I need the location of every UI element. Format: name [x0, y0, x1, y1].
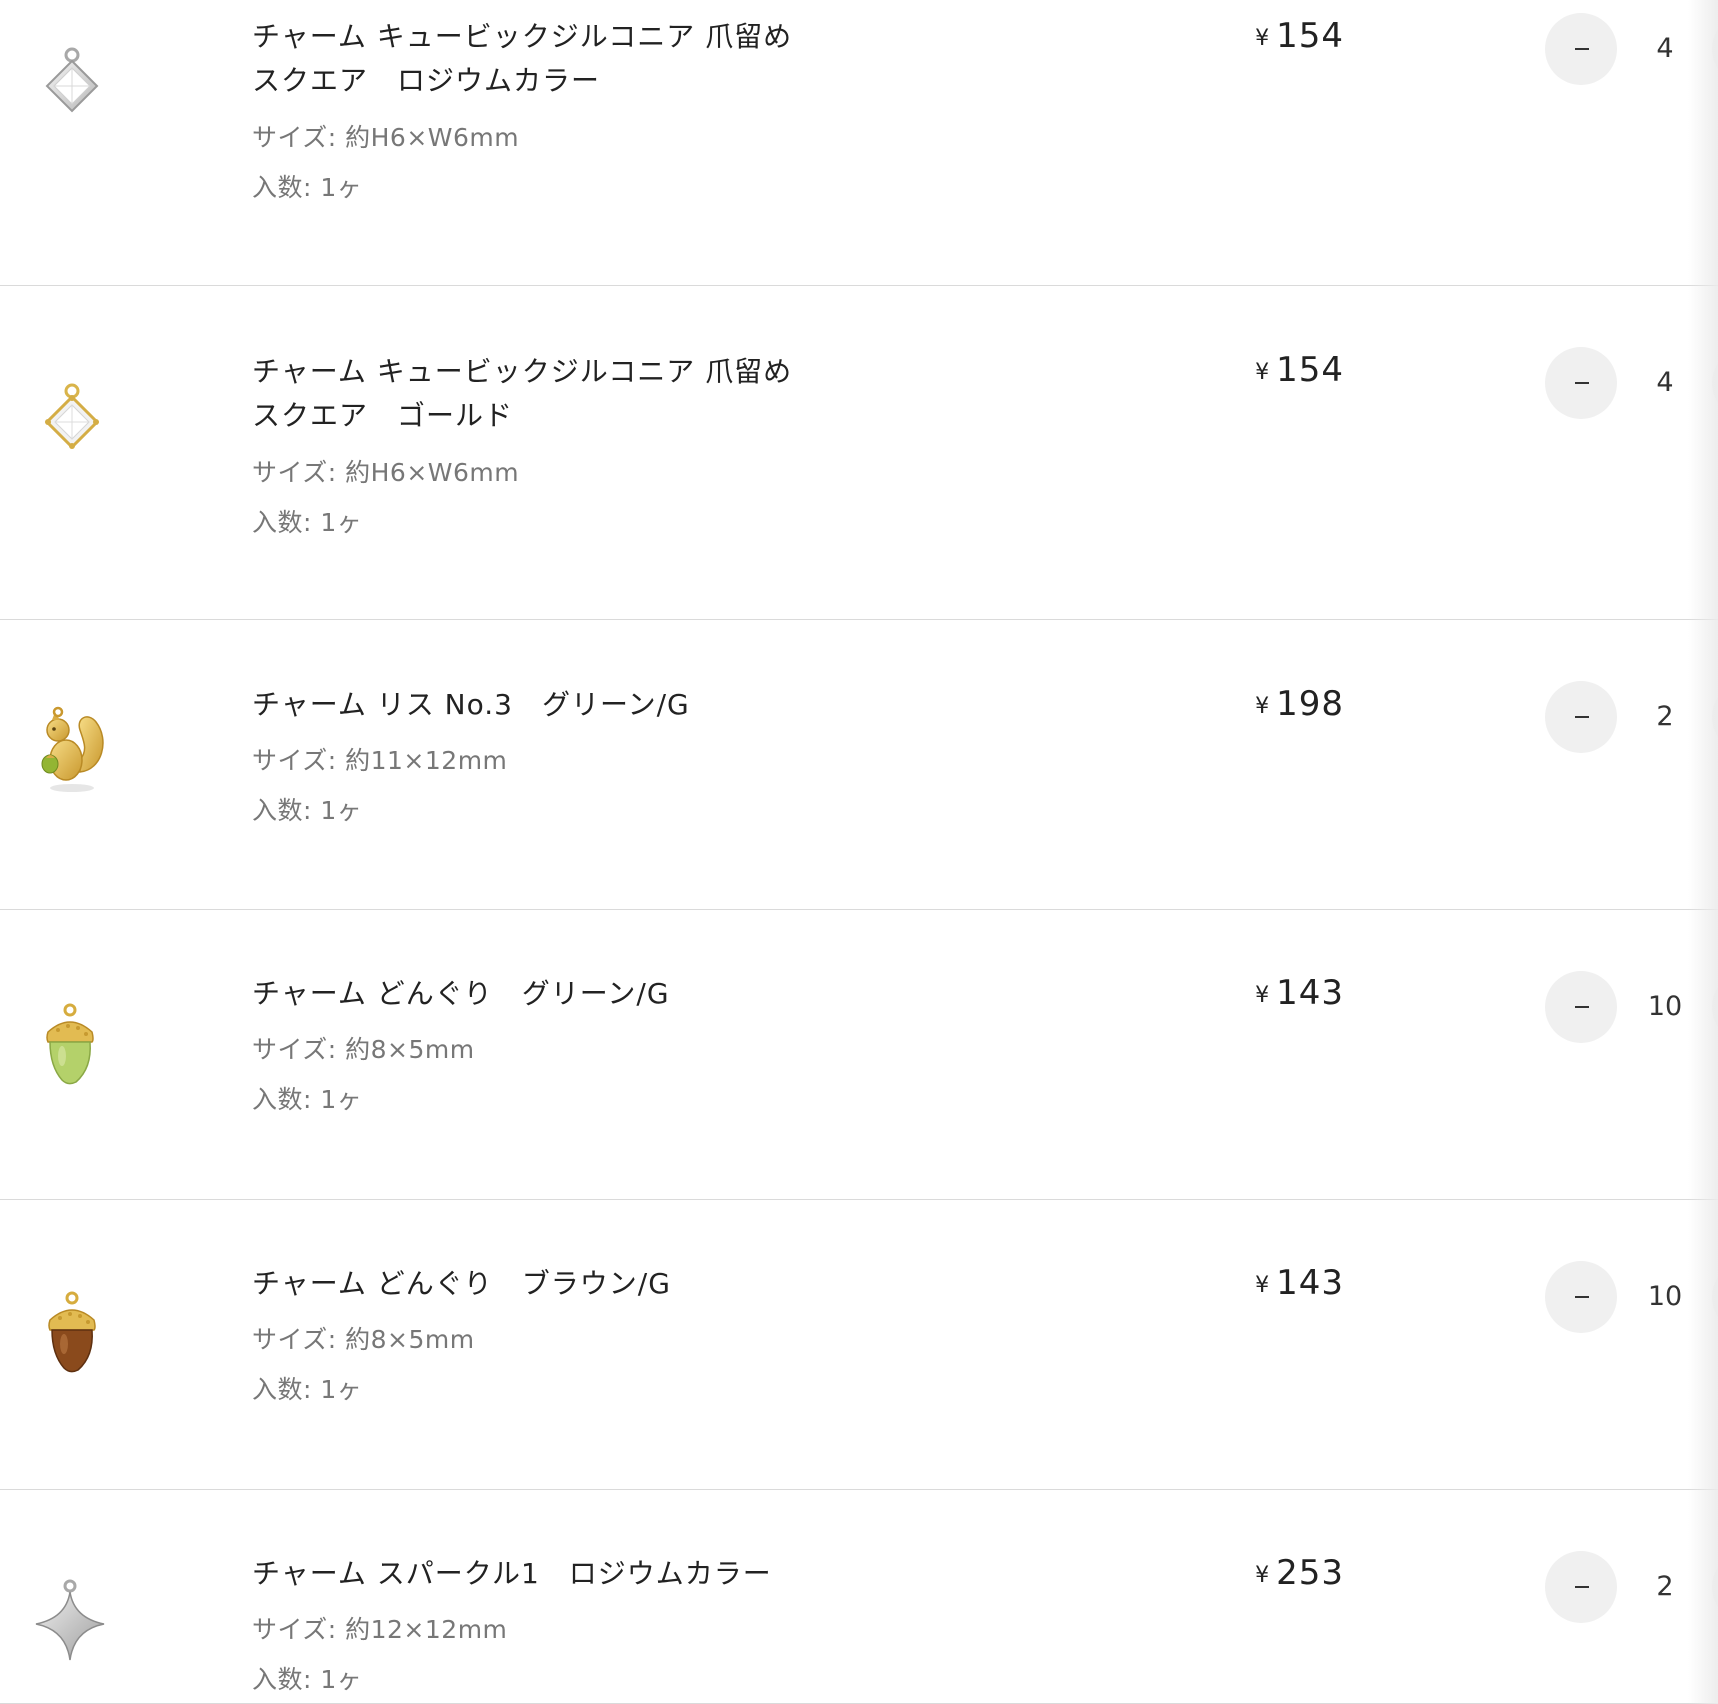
item-price: ¥154	[1255, 350, 1344, 393]
squirrel-charm-icon[interactable]	[22, 700, 122, 800]
quantity-value: 4	[1656, 367, 1674, 398]
item-size: サイズ: 約11×12mm	[252, 746, 508, 775]
decrease-quantity-button[interactable]	[1545, 1261, 1617, 1333]
item-size: サイズ: 約H6×W6mm	[252, 123, 520, 152]
item-size: サイズ: 約8×5mm	[252, 1035, 475, 1064]
currency-symbol: ¥	[1255, 1563, 1271, 1588]
item-count: 入数: 1ヶ	[252, 1375, 363, 1404]
green-acorn-charm-icon[interactable]	[22, 998, 122, 1098]
increase-quantity-button[interactable]	[1712, 1551, 1718, 1623]
quantity-value: 2	[1656, 1571, 1674, 1602]
item-name[interactable]: チャーム どんぐり ブラウン/G	[252, 1262, 872, 1306]
item-price: ¥154	[1255, 16, 1344, 59]
item-price: ¥143	[1255, 973, 1344, 1016]
cart-list: チャーム キュービックジルコニア 爪留め スクエア ロジウムカラー サイズ: 約…	[0, 0, 1718, 1704]
price-value: 198	[1276, 684, 1344, 724]
currency-symbol: ¥	[1255, 360, 1271, 385]
item-count: 入数: 1ヶ	[252, 1085, 363, 1114]
cart-item-3: チャーム どんぐり グリーン/G サイズ: 約8×5mm 入数: 1ヶ ¥143…	[0, 910, 1718, 1200]
price-value: 143	[1276, 1263, 1344, 1303]
increase-quantity-button[interactable]	[1712, 13, 1718, 85]
item-name[interactable]: チャーム キュービックジルコニア 爪留め スクエア ロジウムカラー	[252, 15, 872, 103]
item-size: サイズ: 約8×5mm	[252, 1325, 475, 1354]
increase-quantity-button[interactable]	[1712, 347, 1718, 419]
price-value: 253	[1276, 1553, 1344, 1593]
decrease-quantity-button[interactable]	[1545, 971, 1617, 1043]
item-name[interactable]: チャーム どんぐり グリーン/G	[252, 972, 872, 1016]
item-size: サイズ: 約12×12mm	[252, 1615, 508, 1644]
item-size: サイズ: 約H6×W6mm	[252, 458, 520, 487]
item-name[interactable]: チャーム スパークル1 ロジウムカラー	[252, 1552, 872, 1596]
increase-quantity-button[interactable]	[1712, 681, 1718, 753]
item-name[interactable]: チャーム キュービックジルコニア 爪留め スクエア ゴールド	[252, 350, 872, 438]
silver-square-cz-charm-icon[interactable]	[22, 30, 122, 130]
item-price: ¥253	[1255, 1553, 1344, 1596]
price-value: 154	[1276, 16, 1344, 56]
brown-acorn-charm-icon[interactable]	[22, 1286, 122, 1386]
decrease-quantity-button[interactable]	[1545, 13, 1617, 85]
decrease-quantity-button[interactable]	[1545, 347, 1617, 419]
quantity-value: 10	[1647, 991, 1683, 1022]
item-name[interactable]: チャーム リス No.3 グリーン/G	[252, 683, 872, 727]
increase-quantity-button[interactable]	[1712, 1261, 1718, 1333]
price-value: 143	[1276, 973, 1344, 1013]
item-count: 入数: 1ヶ	[252, 796, 363, 825]
item-count: 入数: 1ヶ	[252, 173, 363, 202]
gold-square-cz-charm-icon[interactable]	[22, 366, 122, 466]
cart-item-5: チャーム スパークル1 ロジウムカラー サイズ: 約12×12mm 入数: 1ヶ…	[0, 1490, 1718, 1704]
item-count: 入数: 1ヶ	[252, 1665, 363, 1694]
cart-item-2: チャーム リス No.3 グリーン/G サイズ: 約11×12mm 入数: 1ヶ…	[0, 620, 1718, 910]
cart-item-4: チャーム どんぐり ブラウン/G サイズ: 約8×5mm 入数: 1ヶ ¥143…	[0, 1200, 1718, 1490]
currency-symbol: ¥	[1255, 1273, 1271, 1298]
cart-item-1: チャーム キュービックジルコニア 爪留め スクエア ゴールド サイズ: 約H6×…	[0, 286, 1718, 620]
currency-symbol: ¥	[1255, 26, 1271, 51]
currency-symbol: ¥	[1255, 983, 1271, 1008]
price-value: 154	[1276, 350, 1344, 390]
quantity-value: 4	[1656, 33, 1674, 64]
quantity-value: 2	[1656, 701, 1674, 732]
increase-quantity-button[interactable]	[1712, 971, 1718, 1043]
decrease-quantity-button[interactable]	[1545, 1551, 1617, 1623]
quantity-value: 10	[1647, 1281, 1683, 1312]
silver-sparkle-charm-icon[interactable]	[22, 1574, 122, 1674]
currency-symbol: ¥	[1255, 694, 1271, 719]
item-price: ¥143	[1255, 1263, 1344, 1306]
item-count: 入数: 1ヶ	[252, 508, 363, 537]
decrease-quantity-button[interactable]	[1545, 681, 1617, 753]
item-price: ¥198	[1255, 684, 1344, 727]
cart-item-0: チャーム キュービックジルコニア 爪留め スクエア ロジウムカラー サイズ: 約…	[0, 0, 1718, 286]
